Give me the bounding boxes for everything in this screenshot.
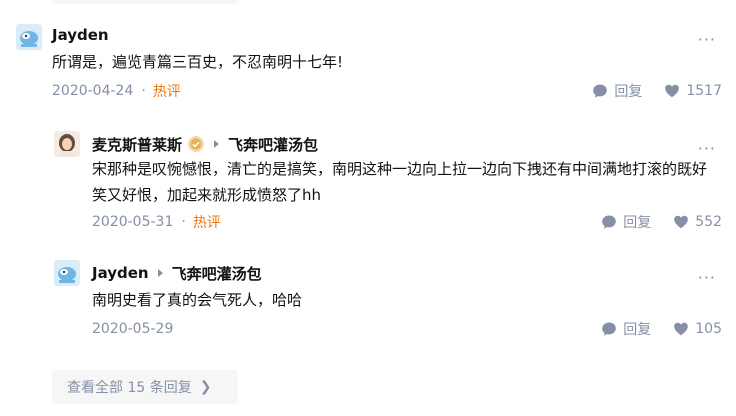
- separator-dot: ·: [181, 214, 186, 230]
- jayden-avatar[interactable]: [54, 260, 80, 286]
- heart-icon: [674, 215, 689, 229]
- like-button[interactable]: 105: [673, 321, 722, 337]
- chevron-right-icon: ❯: [199, 379, 212, 395]
- reply-bubble-icon: [602, 215, 617, 229]
- previous-panel-edge: [52, 0, 238, 4]
- comment-date: 2020-05-29: [92, 321, 174, 337]
- comment-text: 所谓是，遍览青篇三百史，不忍南明十七年!: [52, 53, 344, 71]
- reply-bubble-icon: [602, 322, 617, 336]
- reply-target-user[interactable]: 飞奔吧灌汤包: [228, 134, 318, 155]
- like-count: 1517: [686, 83, 722, 99]
- more-icon[interactable]: ···: [698, 141, 716, 157]
- reply-to-arrow-icon: [214, 140, 220, 148]
- reply-to-arrow-icon: [157, 269, 163, 277]
- heart-icon: [674, 322, 689, 336]
- reply-label: 回复: [623, 322, 652, 338]
- comment-author[interactable]: Jayden: [92, 264, 149, 282]
- medal-badge-icon: [187, 135, 205, 153]
- more-icon[interactable]: ···: [698, 270, 716, 286]
- jayden-avatar[interactable]: [16, 24, 42, 50]
- hot-comment-tag: 热评: [192, 215, 221, 231]
- view-all-label: 查看全部 15 条回复: [67, 380, 192, 396]
- hot-comment-tag: 热评: [152, 84, 181, 100]
- comment-author[interactable]: 麦克斯普莱斯: [92, 134, 182, 155]
- like-button[interactable]: 1517: [664, 83, 722, 99]
- like-count: 105: [695, 321, 722, 337]
- reply-label: 回复: [623, 215, 652, 231]
- comment-text: 宋那种是叹惋憾恨，清亡的是搞笑，南明这种一边向上拉一边向下拽还有中间满地打滚的既…: [92, 160, 708, 204]
- heart-icon: [665, 84, 680, 98]
- reply-label: 回复: [614, 84, 643, 100]
- reply-target-user[interactable]: 飞奔吧灌汤包: [172, 263, 262, 284]
- reply-bubble-icon: [593, 84, 608, 98]
- like-count: 552: [695, 214, 722, 230]
- comment-date: 2020-05-31: [92, 214, 174, 230]
- separator-dot: ·: [141, 83, 146, 99]
- view-all-replies-button[interactable]: 查看全部 15 条回复 ❯: [52, 370, 238, 404]
- reply-button[interactable]: 回复: [601, 319, 651, 339]
- user-avatar[interactable]: [54, 131, 80, 157]
- reply-button[interactable]: 回复: [592, 81, 642, 101]
- like-button[interactable]: 552: [673, 214, 722, 230]
- comment-text: 南明史看了真的会气死人，哈哈: [92, 291, 303, 309]
- reply-button[interactable]: 回复: [601, 212, 651, 232]
- comment-author[interactable]: Jayden: [52, 26, 109, 44]
- more-icon[interactable]: ···: [698, 32, 716, 48]
- comment-date: 2020-04-24: [52, 83, 134, 99]
